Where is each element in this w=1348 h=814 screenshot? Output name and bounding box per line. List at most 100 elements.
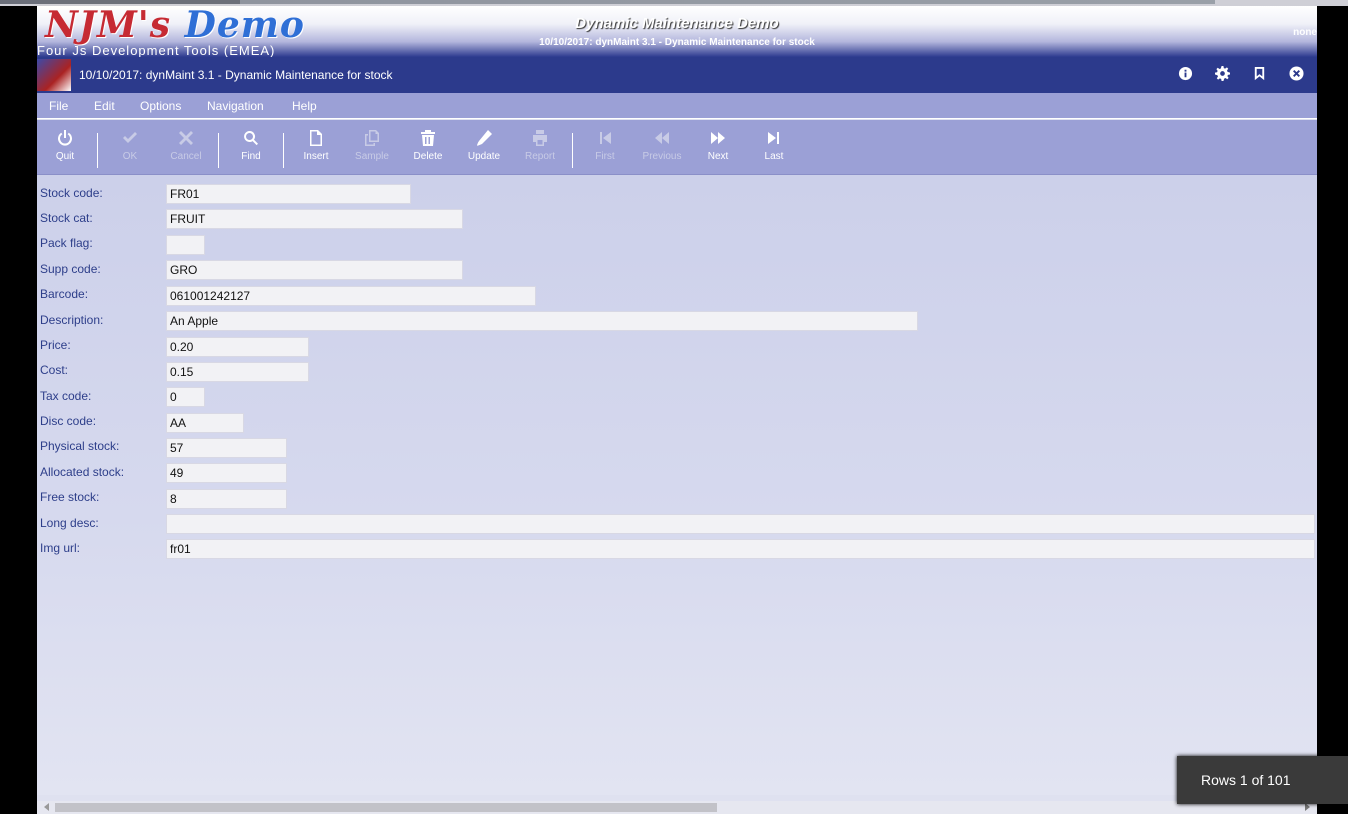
window-title: 10/10/2017: dynMaint 3.1 - Dynamic Maint…: [79, 68, 393, 82]
img-url-label: Img url:: [40, 541, 81, 555]
scrollbar-thumb[interactable]: [55, 803, 717, 812]
supp-code-label: Supp code:: [40, 262, 101, 276]
barcode-field[interactable]: 061001242127: [166, 286, 536, 306]
barcode-label: Barcode:: [40, 287, 89, 301]
logo-part2: Demo: [184, 6, 305, 46]
next-button[interactable]: Next: [690, 128, 746, 162]
forward-icon: [690, 128, 746, 148]
menu-file[interactable]: File: [49, 99, 68, 113]
menu-help[interactable]: Help: [292, 99, 317, 113]
delete-label: Delete: [413, 151, 443, 162]
supp-code-field[interactable]: GRO: [166, 260, 463, 280]
toolbar-separator: [218, 133, 219, 168]
user-name: none: [1293, 27, 1317, 38]
cost-label: Cost:: [40, 363, 69, 377]
quit-button[interactable]: Quit: [37, 128, 93, 162]
allocated-stock-label: Allocated stock:: [40, 465, 125, 479]
menu-navigation[interactable]: Navigation: [207, 99, 264, 113]
physical-stock-field[interactable]: 57: [166, 438, 287, 458]
scroll-right-arrow-icon[interactable]: [1305, 803, 1310, 811]
search-icon: [223, 128, 279, 148]
insert-label: Insert: [303, 151, 329, 162]
info-icon[interactable]: [1176, 66, 1194, 84]
last-button[interactable]: Last: [746, 128, 802, 162]
find-label: Find: [241, 151, 261, 162]
cancel-button[interactable]: Cancel: [158, 128, 214, 162]
disc-code-label: Disc code:: [40, 414, 97, 428]
img-url-field[interactable]: fr01: [166, 539, 1315, 559]
first-button[interactable]: First: [577, 128, 633, 162]
disc-code-field[interactable]: AA: [166, 413, 244, 433]
banner-subtitle: 10/10/2017: dynMaint 3.1 - Dynamic Maint…: [539, 37, 815, 48]
allocated-stock-field[interactable]: 49: [166, 463, 287, 483]
first-label: First: [595, 151, 615, 162]
tax-code-label: Tax code:: [40, 389, 92, 403]
copy-icon: [344, 128, 400, 148]
cost-field[interactable]: 0.15: [166, 362, 309, 382]
logo: NJM's Demo: [45, 6, 305, 46]
power-icon: [37, 128, 93, 148]
app-logo-icon: [37, 59, 71, 91]
banner: NJM's Demo Four Js Development Tools (EM…: [37, 6, 1317, 58]
report-label: Report: [524, 151, 555, 162]
gear-icon[interactable]: [1213, 66, 1231, 84]
long-desc-field[interactable]: [166, 514, 1315, 534]
check-icon: [102, 128, 158, 148]
stock-code-field[interactable]: FR01: [166, 184, 411, 204]
previous-button[interactable]: Previous: [634, 128, 690, 162]
ok-label: OK: [122, 151, 138, 162]
free-stock-field[interactable]: 8: [166, 489, 287, 509]
menu-edit[interactable]: Edit: [94, 99, 115, 113]
next-label: Next: [707, 151, 729, 162]
previous-label: Previous: [642, 151, 682, 162]
tax-code-field[interactable]: 0: [166, 387, 205, 407]
print-icon: [512, 128, 568, 148]
price-field[interactable]: 0.20: [166, 337, 309, 357]
close-icon[interactable]: [1287, 66, 1305, 84]
insert-button[interactable]: Insert: [288, 128, 344, 162]
menu-options[interactable]: Options: [140, 99, 181, 113]
form-area: Stock code: FR01 Stock cat: FRUIT Pack f…: [37, 175, 1317, 795]
toolbar-separator: [283, 133, 284, 168]
update-button[interactable]: Update: [456, 128, 512, 162]
rows-status-toast: Rows 1 of 101: [1177, 756, 1348, 804]
banner-title: Dynamic Maintenance Demo: [575, 15, 779, 32]
stock-code-label: Stock code:: [40, 186, 103, 200]
last-icon: [746, 128, 802, 148]
find-button[interactable]: Find: [223, 128, 279, 162]
cancel-label: Cancel: [170, 151, 202, 162]
logo-part1: NJM's: [45, 6, 185, 46]
pack-flag-label: Pack flag:: [40, 236, 93, 250]
horizontal-scrollbar[interactable]: [37, 801, 1317, 814]
first-icon: [577, 128, 633, 148]
file-icon: [288, 128, 344, 148]
rewind-icon: [634, 128, 690, 148]
toolbar-separator: [97, 133, 98, 168]
long-desc-label: Long desc:: [40, 516, 99, 530]
x-icon: [158, 128, 214, 148]
toolbar-separator: [572, 133, 573, 168]
logo-subtitle: Four Js Development Tools (EMEA): [37, 43, 276, 58]
bookmark-icon[interactable]: [1250, 66, 1268, 84]
free-stock-label: Free stock:: [40, 490, 100, 504]
quit-label: Quit: [55, 151, 75, 162]
delete-button[interactable]: Delete: [400, 128, 456, 162]
trash-icon: [400, 128, 456, 148]
ok-button[interactable]: OK: [102, 128, 158, 162]
title-bar: 10/10/2017: dynMaint 3.1 - Dynamic Maint…: [37, 57, 1317, 93]
toolbar: Quit OK Cancel Find Insert Sample Delete: [37, 120, 1317, 175]
price-label: Price:: [40, 338, 71, 352]
update-label: Update: [467, 151, 501, 162]
physical-stock-label: Physical stock:: [40, 439, 120, 453]
description-field[interactable]: An Apple: [166, 311, 918, 331]
pack-flag-field[interactable]: [166, 235, 205, 255]
menu-bar: File Edit Options Navigation Help: [37, 93, 1317, 119]
sample-button[interactable]: Sample: [344, 128, 400, 162]
stock-cat-field[interactable]: FRUIT: [166, 209, 463, 229]
stock-cat-label: Stock cat:: [40, 211, 93, 225]
report-button[interactable]: Report: [512, 128, 568, 162]
scroll-left-arrow-icon[interactable]: [44, 803, 49, 811]
app-window: NJM's Demo Four Js Development Tools (EM…: [37, 6, 1317, 814]
last-label: Last: [764, 151, 784, 162]
browser-bar-highlight: [240, 0, 1215, 4]
